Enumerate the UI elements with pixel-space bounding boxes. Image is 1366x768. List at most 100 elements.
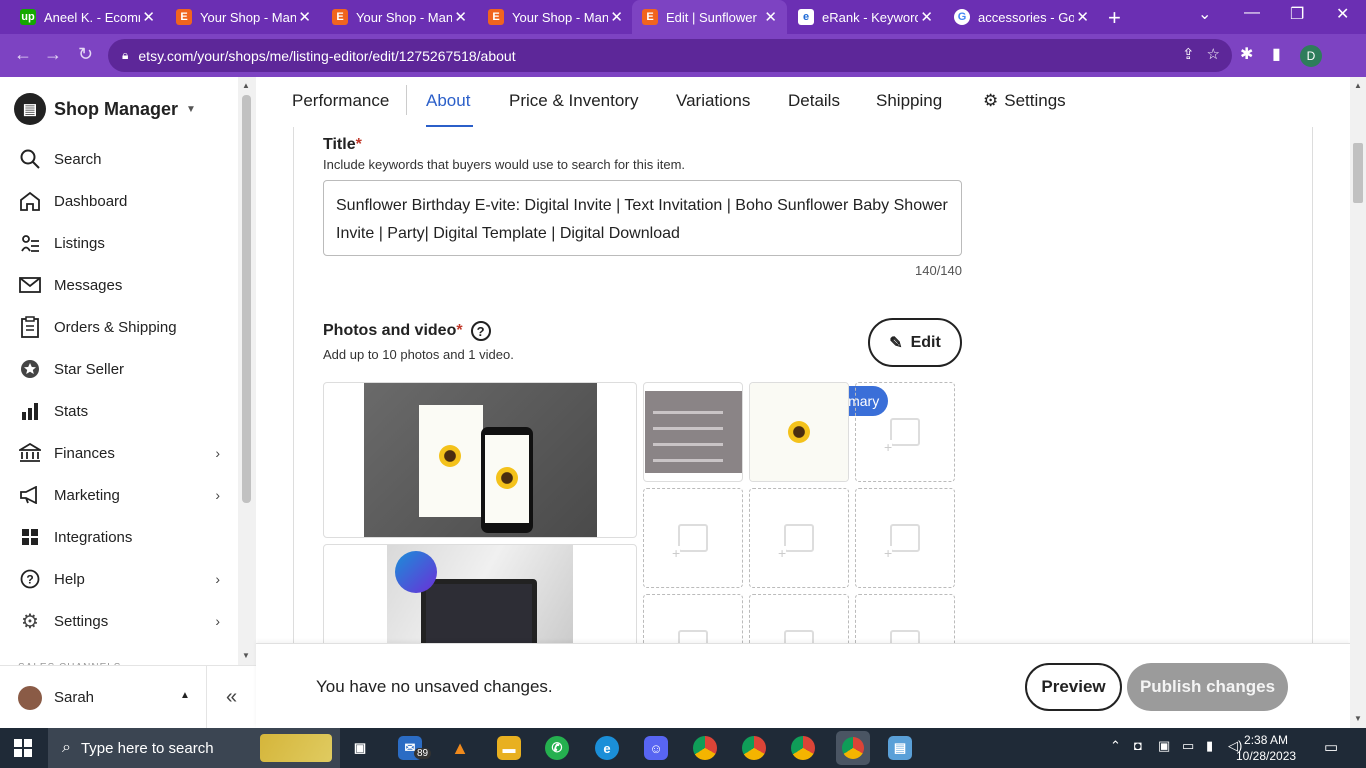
page-scrollbar[interactable]: ▲ ▼ (1350, 77, 1366, 728)
tab-performance[interactable]: Performance (292, 91, 389, 111)
shop-manager-menu[interactable]: ▤ Shop Manager ▼ (14, 93, 196, 125)
close-icon[interactable]: ✕ (764, 8, 777, 26)
photo-thumbnail[interactable] (643, 382, 743, 482)
edge-icon[interactable]: e (595, 736, 619, 760)
browser-tab[interactable]: e eRank - Keyword ✕ (788, 0, 943, 34)
edit-photos-button[interactable]: ✎ Edit (868, 318, 962, 367)
discord-icon[interactable]: ☺ (644, 736, 668, 760)
sidebar-item-finances[interactable]: Finances › (0, 432, 238, 474)
sidebar-item-stats[interactable]: Stats (0, 390, 238, 432)
browser-tab[interactable]: E Your Shop - Man ✕ (166, 0, 321, 34)
empty-photo-slot[interactable] (749, 594, 849, 643)
battery-icon[interactable]: ▮ (1206, 738, 1213, 754)
caret-up-icon[interactable]: ▲ (180, 690, 190, 701)
taskbar-search[interactable]: ⌕ Type here to search (48, 728, 340, 768)
preview-button[interactable]: Preview (1025, 663, 1122, 711)
chrome-active-icon[interactable] (836, 731, 870, 765)
sidebar-item-help[interactable]: ? Help › (0, 558, 238, 600)
system-clock[interactable]: 2:38 AM 10/28/2023 (1236, 732, 1296, 764)
close-icon[interactable]: ✕ (298, 8, 311, 26)
tray-expand-icon[interactable]: ⌃ (1110, 738, 1121, 754)
sidebar-item-search[interactable]: Search (0, 138, 238, 180)
sidebar-item-integrations[interactable]: Integrations (0, 516, 238, 558)
chrome-icon[interactable] (693, 736, 717, 760)
publish-changes-button[interactable]: Publish changes (1127, 663, 1288, 711)
tray-app-icon[interactable]: ▣ (1158, 738, 1170, 754)
sidebar-scrollbar[interactable]: ▲ ▼ (238, 77, 256, 665)
url-text: etsy.com/your/shops/me/listing-editor/ed… (138, 47, 516, 64)
sidebar-item-messages[interactable]: Messages (0, 264, 238, 306)
profile-avatar[interactable]: D (1300, 45, 1322, 67)
title-input[interactable]: Sunflower Birthday E-vite: Digital Invit… (323, 180, 962, 256)
tab-price-inventory[interactable]: Price & Inventory (509, 91, 638, 111)
reload-icon[interactable]: ↻ (78, 44, 93, 65)
scroll-up-icon[interactable]: ▲ (1354, 81, 1362, 90)
collapse-sidebar-button[interactable]: « (206, 666, 256, 729)
primary-photo[interactable] (323, 382, 637, 538)
sidebar-item-marketing[interactable]: Marketing › (0, 474, 238, 516)
close-icon[interactable]: ✕ (920, 8, 933, 26)
close-icon[interactable]: ✕ (1076, 8, 1089, 26)
scroll-down-icon[interactable]: ▼ (242, 651, 250, 660)
minimize-icon[interactable]: — (1244, 4, 1260, 22)
browser-tab[interactable]: E Your Shop - Man ✕ (478, 0, 633, 34)
add-photo-icon (678, 630, 708, 643)
avatar[interactable] (18, 686, 42, 710)
close-icon[interactable]: ✕ (142, 8, 155, 26)
scroll-up-icon[interactable]: ▲ (242, 81, 250, 90)
tab-settings[interactable]: ⚙ Settings (983, 91, 1066, 111)
task-view-icon[interactable]: ▣ (348, 736, 372, 760)
sidebar-item-listings[interactable]: Listings (0, 222, 238, 264)
browser-tab[interactable]: G accessories - Go ✕ (944, 0, 1099, 34)
empty-photo-slot[interactable] (855, 594, 955, 643)
file-explorer-icon[interactable]: ▬ (497, 736, 521, 760)
browser-tab[interactable]: up Aneel K. - Ecomm ✕ (10, 0, 165, 34)
tab-search-icon[interactable]: ⌄ (1198, 4, 1211, 24)
bookmark-star-icon[interactable]: ☆ (1207, 45, 1220, 63)
extensions-icon[interactable]: ✱ (1240, 44, 1253, 64)
chrome-profile-icon[interactable] (742, 736, 766, 760)
etsy-icon: E (332, 9, 348, 25)
scroll-down-icon[interactable]: ▼ (1354, 714, 1362, 723)
back-icon[interactable]: ← (14, 44, 32, 65)
photo-thumbnail[interactable] (749, 382, 849, 482)
whatsapp-icon[interactable]: ✆ (545, 736, 569, 760)
notifications-icon[interactable]: ▭ (1324, 738, 1338, 756)
question-icon[interactable]: ? (470, 321, 491, 341)
sidebar-item-settings[interactable]: ⚙ Settings › (0, 600, 238, 642)
camera-icon[interactable]: ◘ (1134, 738, 1142, 753)
scrollbar-thumb[interactable] (242, 95, 251, 503)
empty-photo-slot[interactable] (855, 488, 955, 588)
windows-start-icon[interactable] (14, 739, 32, 757)
tab-details[interactable]: Details (788, 91, 840, 111)
browser-tab-active[interactable]: E Edit | Sunflower ✕ (632, 0, 787, 34)
sidebar-item-dashboard[interactable]: Dashboard (0, 180, 238, 222)
forward-icon[interactable]: → (44, 44, 62, 65)
user-name[interactable]: Sarah (54, 689, 94, 706)
close-icon[interactable]: ✕ (454, 8, 467, 26)
close-icon[interactable]: ✕ (610, 8, 623, 26)
restore-icon[interactable]: ❐ (1290, 4, 1304, 24)
scrollbar-thumb[interactable] (1353, 143, 1363, 203)
url-bar[interactable]: 🔒︎ etsy.com/your/shops/me/listing-editor… (108, 39, 1232, 72)
vlc-icon[interactable]: ▲ (448, 736, 472, 760)
browser-tab[interactable]: E Your Shop - Man ✕ (322, 0, 477, 34)
network-icon[interactable]: ▭ (1182, 738, 1194, 754)
save-status: You have no unsaved changes. (316, 677, 553, 696)
empty-photo-slot[interactable] (749, 488, 849, 588)
sidebar-item-star-seller[interactable]: Star Seller (0, 348, 238, 390)
new-tab-icon[interactable]: + (1108, 5, 1121, 31)
window-close-icon[interactable]: ✕ (1336, 4, 1349, 24)
share-icon[interactable]: ⇪ (1182, 45, 1195, 63)
sidebar-item-orders[interactable]: Orders & Shipping (0, 306, 238, 348)
empty-photo-slot[interactable] (643, 488, 743, 588)
empty-photo-slot[interactable] (855, 382, 955, 482)
video-thumbnail[interactable] (323, 544, 637, 643)
tab-about[interactable]: About (426, 91, 470, 111)
notepad-icon[interactable]: ▤ (888, 736, 912, 760)
empty-photo-slot[interactable] (643, 594, 743, 643)
chrome-profile-icon[interactable] (791, 736, 815, 760)
tab-variations[interactable]: Variations (676, 91, 750, 111)
side-panel-icon[interactable]: ▮ (1272, 44, 1281, 64)
tab-shipping[interactable]: Shipping (876, 91, 942, 111)
